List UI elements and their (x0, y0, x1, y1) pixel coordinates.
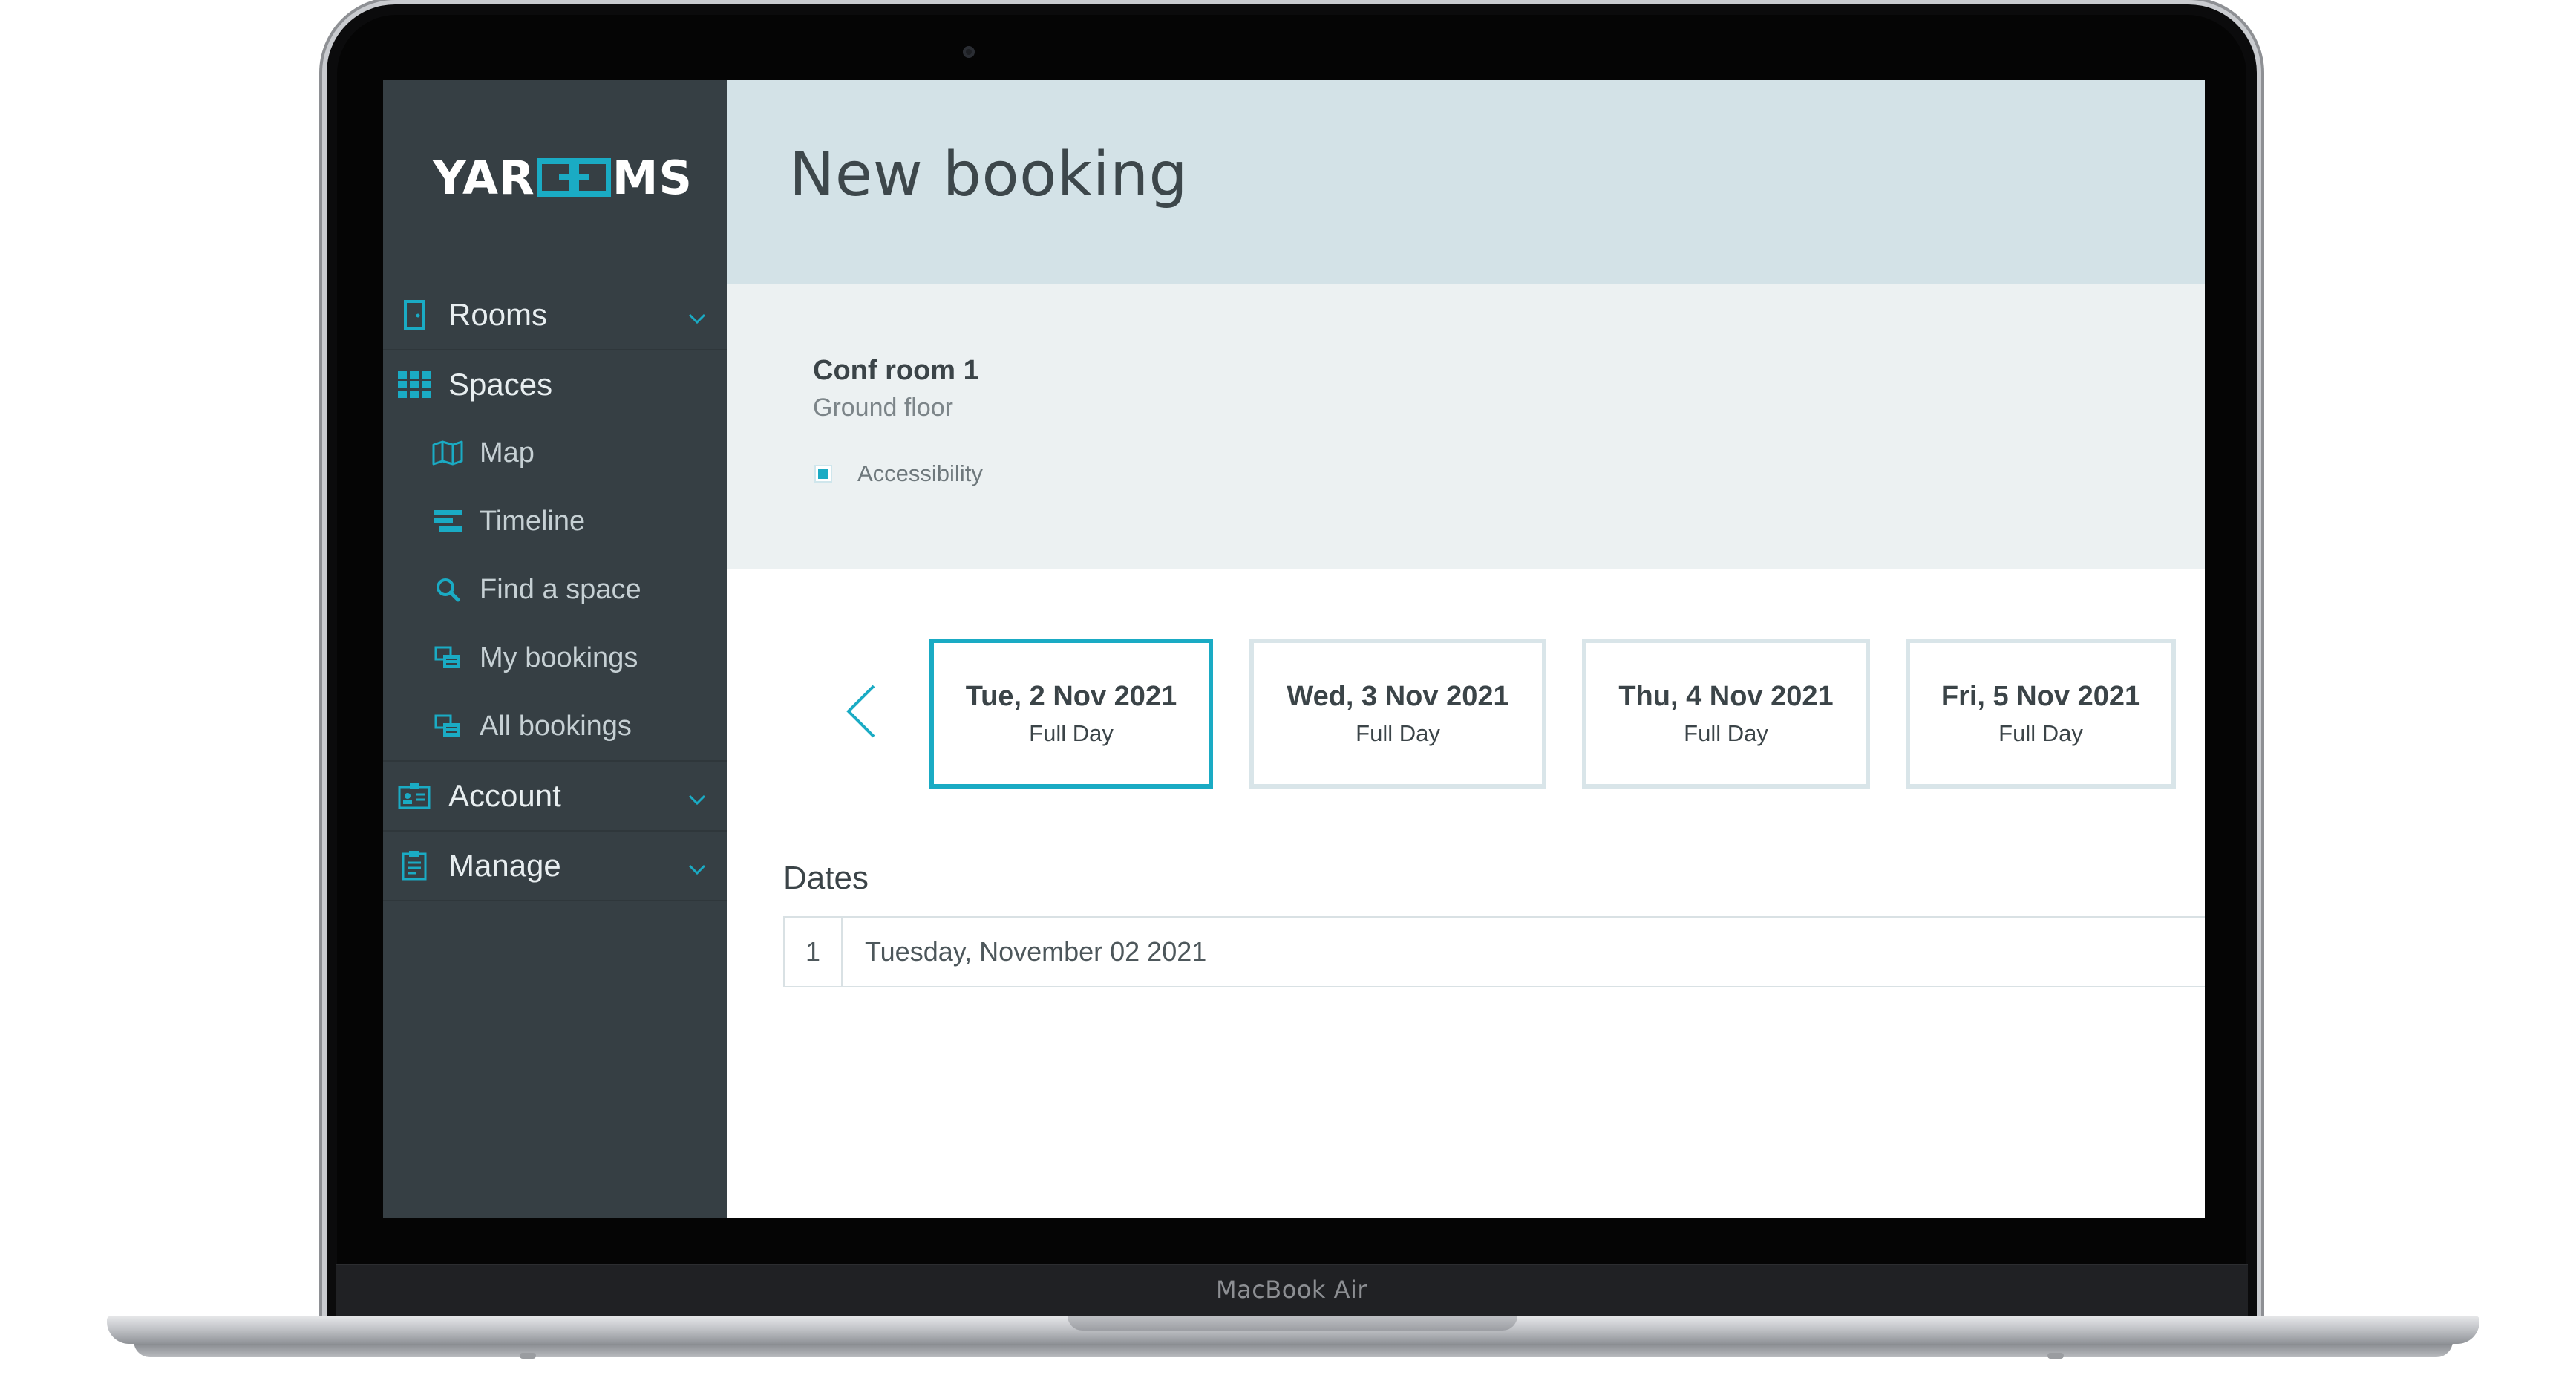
logo-text-left: YAR (433, 150, 535, 205)
timeline-icon (432, 506, 463, 537)
date-card-date: Tue, 2 Nov 2021 (965, 680, 1177, 712)
dates-heading: Dates (783, 860, 869, 896)
sidebar-item-timeline[interactable]: Timeline (383, 487, 727, 555)
page-header: New booking (727, 80, 2205, 284)
feature-label: Accessibility (857, 460, 983, 486)
date-card-type: Full Day (1684, 719, 1768, 746)
bookings-icon (432, 711, 463, 742)
dates-table: 1 Tuesday, November 02 2021 (783, 916, 2205, 987)
date-card[interactable]: Thu, 4 Nov 2021 Full Day (1582, 639, 1870, 789)
table-row-index: 1 (785, 918, 843, 986)
chevron-down-icon (688, 864, 706, 875)
sidebar-item-label: Rooms (448, 297, 548, 332)
room-feature: Accessibility (814, 460, 983, 487)
sidebar-item-all-bookings[interactable]: All bookings (383, 692, 727, 762)
sidebar-item-label: Account (448, 778, 561, 813)
chevron-down-icon (688, 313, 706, 324)
sidebar-item-label: My bookings (480, 641, 638, 673)
sidebar-item-label: Find a space (480, 573, 641, 605)
search-icon (432, 574, 463, 605)
camera-icon (963, 46, 975, 58)
date-card[interactable]: Wed, 3 Nov 2021 Full Day (1249, 639, 1546, 789)
logo-link-icon (536, 158, 611, 197)
room-panel: Conf room 1 Ground floor Accessibility (727, 284, 2205, 569)
sidebar-item-label: Timeline (480, 505, 586, 537)
sidebar-item-label: Map (480, 437, 535, 469)
bookings-icon (432, 642, 463, 673)
device-label: MacBook Air (1215, 1276, 1368, 1304)
map-icon (432, 437, 463, 469)
sidebar-item-label: Manage (448, 848, 561, 883)
door-icon (398, 298, 431, 331)
logo[interactable]: YAR MS (433, 150, 693, 205)
sidebar-item-manage[interactable]: Manage (383, 832, 727, 901)
sidebar-item-map[interactable]: Map (383, 419, 727, 487)
date-card[interactable]: Fri, 5 Nov 2021 Full Day (1906, 639, 2176, 789)
laptop-notch (1068, 1316, 1517, 1331)
date-card-date: Thu, 4 Nov 2021 (1618, 680, 1834, 712)
sidebar-item-spaces[interactable]: Spaces (383, 350, 727, 419)
date-card-date: Fri, 5 Nov 2021 (1941, 680, 2141, 712)
laptop-foot (520, 1353, 536, 1359)
date-card[interactable]: Tue, 2 Nov 2021 Full Day (929, 639, 1213, 789)
room-floor: Ground floor (813, 394, 953, 422)
date-card-type: Full Day (1029, 719, 1114, 746)
date-card-date: Wed, 3 Nov 2021 (1287, 680, 1509, 712)
sidebar-item-rooms[interactable]: Rooms (383, 281, 727, 350)
sidebar-item-label: Spaces (448, 367, 553, 402)
sidebar-nav: Rooms Spaces Map Timeline Find a space M… (383, 281, 727, 901)
id-card-icon (398, 780, 431, 812)
sidebar-item-account[interactable]: Account (383, 762, 727, 832)
room-name: Conf room 1 (813, 355, 979, 386)
date-card-type: Full Day (1356, 719, 1440, 746)
feature-square-icon (814, 465, 832, 483)
laptop-foot (2047, 1353, 2064, 1359)
chevron-left-icon[interactable] (844, 683, 878, 740)
sidebar: YAR MS Rooms Spaces Map Timeline Find a … (383, 80, 727, 1218)
main-content: New booking Conf room 1 Ground floor Acc… (727, 80, 2205, 1218)
table-row-date: Tuesday, November 02 2021 (865, 936, 1207, 967)
page-title: New booking (789, 140, 1189, 210)
grid-icon (398, 368, 431, 401)
date-card-type: Full Day (1998, 719, 2083, 746)
chevron-down-icon (688, 794, 706, 806)
logo-text-right: MS (612, 150, 693, 205)
sidebar-item-find-a-space[interactable]: Find a space (383, 555, 727, 624)
clipboard-icon (398, 849, 431, 882)
sidebar-item-my-bookings[interactable]: My bookings (383, 624, 727, 692)
laptop-chin: MacBook Air (336, 1264, 2248, 1320)
app-screen: YAR MS Rooms Spaces Map Timeline Find a … (383, 80, 2205, 1218)
sidebar-item-label: All bookings (480, 710, 632, 742)
